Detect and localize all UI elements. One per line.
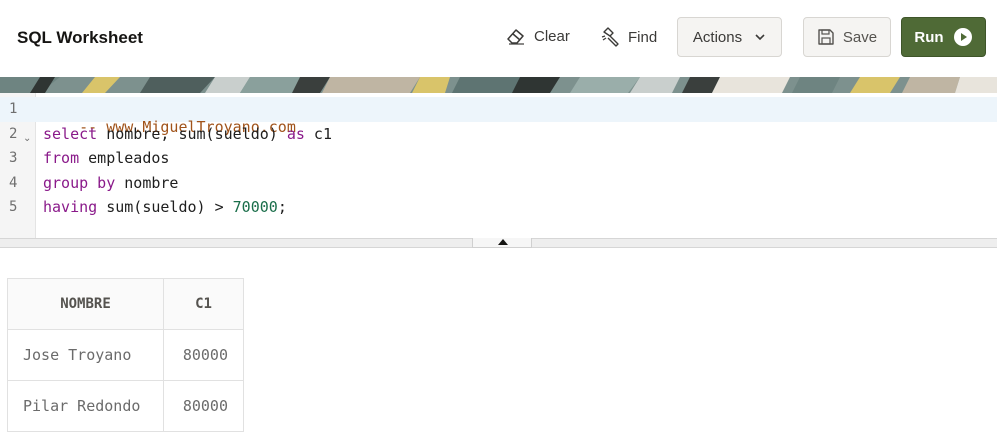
decorative-banner xyxy=(0,77,997,93)
code-keyword: having xyxy=(43,198,98,216)
save-button[interactable]: Save xyxy=(803,17,891,57)
eraser-icon xyxy=(506,27,526,45)
table-row: Jose Troyano 80000 xyxy=(7,329,244,381)
code-text: empleados xyxy=(79,149,170,167)
chevron-down-icon xyxy=(754,33,766,41)
clear-button[interactable]: Clear xyxy=(506,27,570,45)
line-number: 3 xyxy=(9,150,18,166)
code-line[interactable]: select nombre, sum(sueldo) as c1 xyxy=(43,125,332,143)
code-text: c1 xyxy=(304,125,332,143)
page-title: SQL Worksheet xyxy=(17,28,143,47)
column-header-c1[interactable]: C1 xyxy=(163,278,244,330)
run-button[interactable]: Run xyxy=(901,17,986,57)
code-line[interactable]: group by nombre xyxy=(43,174,178,192)
worksheet-header: SQL Worksheet Clear Find Actions Save Ru… xyxy=(0,0,997,77)
code-keyword: from xyxy=(43,149,80,167)
results-table: NOMBRE C1 Jose Troyano 80000 Pilar Redon… xyxy=(7,278,244,432)
code-text: sum(sueldo) > xyxy=(97,198,233,216)
code-text: nombre xyxy=(115,174,179,192)
code-text: ; xyxy=(277,198,287,216)
table-cell[interactable]: Jose Troyano xyxy=(7,329,164,381)
code-keyword: as xyxy=(286,125,305,143)
line-number: 1 xyxy=(9,101,18,117)
actions-menu-button[interactable]: Actions xyxy=(677,17,782,57)
table-cell[interactable]: Pilar Redondo xyxy=(7,380,164,432)
code-keyword: select xyxy=(43,125,98,143)
run-button-label: Run xyxy=(914,28,944,46)
code-line[interactable]: from empleados xyxy=(43,149,169,167)
find-button-label: Find xyxy=(628,28,658,46)
table-header-row: NOMBRE C1 xyxy=(7,278,244,330)
fold-chevron-icon[interactable]: ⌄ xyxy=(23,133,31,144)
line-number: 4 xyxy=(9,175,18,191)
collapse-handle[interactable] xyxy=(472,238,532,248)
find-button[interactable]: Find xyxy=(601,27,657,47)
line-number: 2 xyxy=(9,126,18,142)
table-cell[interactable]: 80000 xyxy=(163,329,244,381)
clear-button-label: Clear xyxy=(534,27,570,45)
pane-splitter[interactable] xyxy=(0,238,997,248)
sql-editor[interactable]: 1 2 ⌄ 3 4 5 -- www.MiguelTroyano.com sel… xyxy=(0,93,997,238)
floppy-disk-icon xyxy=(817,28,835,46)
table-cell[interactable]: 80000 xyxy=(163,380,244,432)
line-number: 5 xyxy=(9,199,18,215)
caret-up-icon xyxy=(498,239,508,245)
play-circle-icon xyxy=(953,27,973,47)
code-line[interactable]: having sum(sueldo) > 70000; xyxy=(43,198,287,216)
code-number: 70000 xyxy=(232,198,278,216)
save-button-label: Save xyxy=(842,28,878,46)
column-header-nombre[interactable]: NOMBRE xyxy=(7,278,164,330)
code-text: nombre, sum(sueldo) xyxy=(97,125,287,143)
flashlight-icon xyxy=(601,27,621,47)
actions-button-label: Actions xyxy=(692,28,743,46)
code-keyword: group by xyxy=(43,174,116,192)
table-row: Pilar Redondo 80000 xyxy=(7,380,244,432)
